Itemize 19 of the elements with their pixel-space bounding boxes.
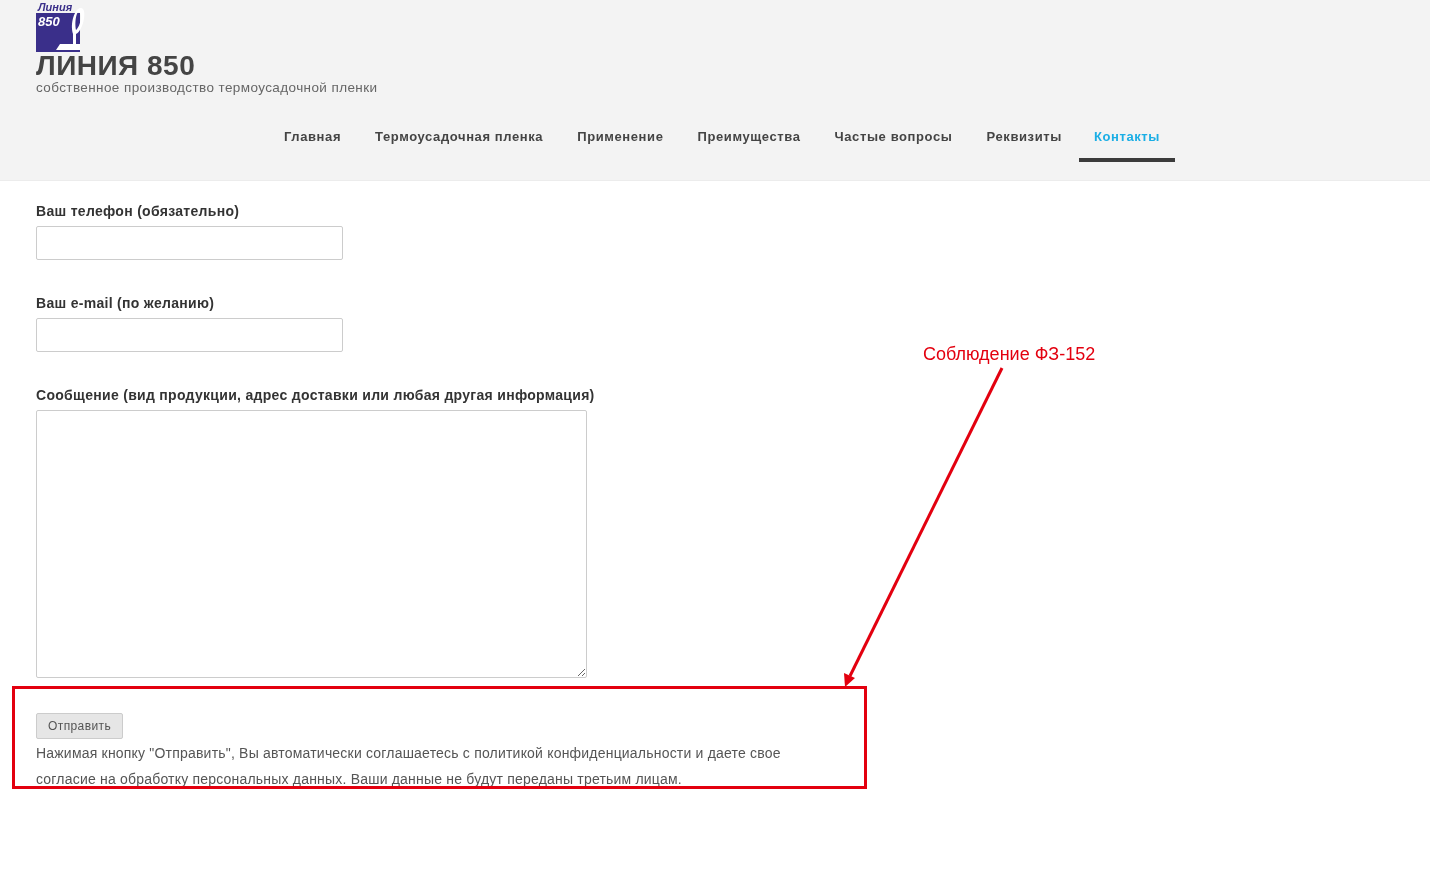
nav-link[interactable]: Термоусадочная пленка: [358, 114, 561, 162]
submit-button[interactable]: Отправить: [36, 713, 124, 739]
nav-link[interactable]: Частые вопросы: [817, 114, 970, 162]
site-tagline: собственное производство термоусадочной пленки: [36, 80, 378, 96]
field-label: Ваш e-mail (по желанию): [36, 295, 216, 312]
annotation-text: Соблюдение ФЗ-152: [923, 344, 1096, 365]
nav-link[interactable]: Применение: [560, 114, 681, 162]
nav-link[interactable]: Преимущества: [680, 114, 818, 162]
nav-link[interactable]: Главная: [267, 114, 359, 162]
nav-link[interactable]: Реквизиты: [969, 114, 1079, 162]
consent-text: Нажимая кнопку "Отправить", Вы автоматически соглашаетесь с политикой конфиденциальности и даете свое согласие на обработку персональных данных. Ваши данные не будут переданы третьим лицам.: [36, 744, 782, 789]
logo-text: Линия: [38, 1, 73, 13]
input-field[interactable]: [36, 318, 343, 352]
input-field[interactable]: [36, 226, 343, 260]
logo-text: 850: [38, 14, 60, 29]
field-label: Сообщение (вид продукции, адрес доставки или любая другая информация): [36, 387, 596, 404]
message-field[interactable]: [36, 410, 587, 678]
site-title: ЛИНИЯ 850: [36, 52, 196, 80]
field-label: Ваш телефон (обязательно): [36, 203, 241, 220]
